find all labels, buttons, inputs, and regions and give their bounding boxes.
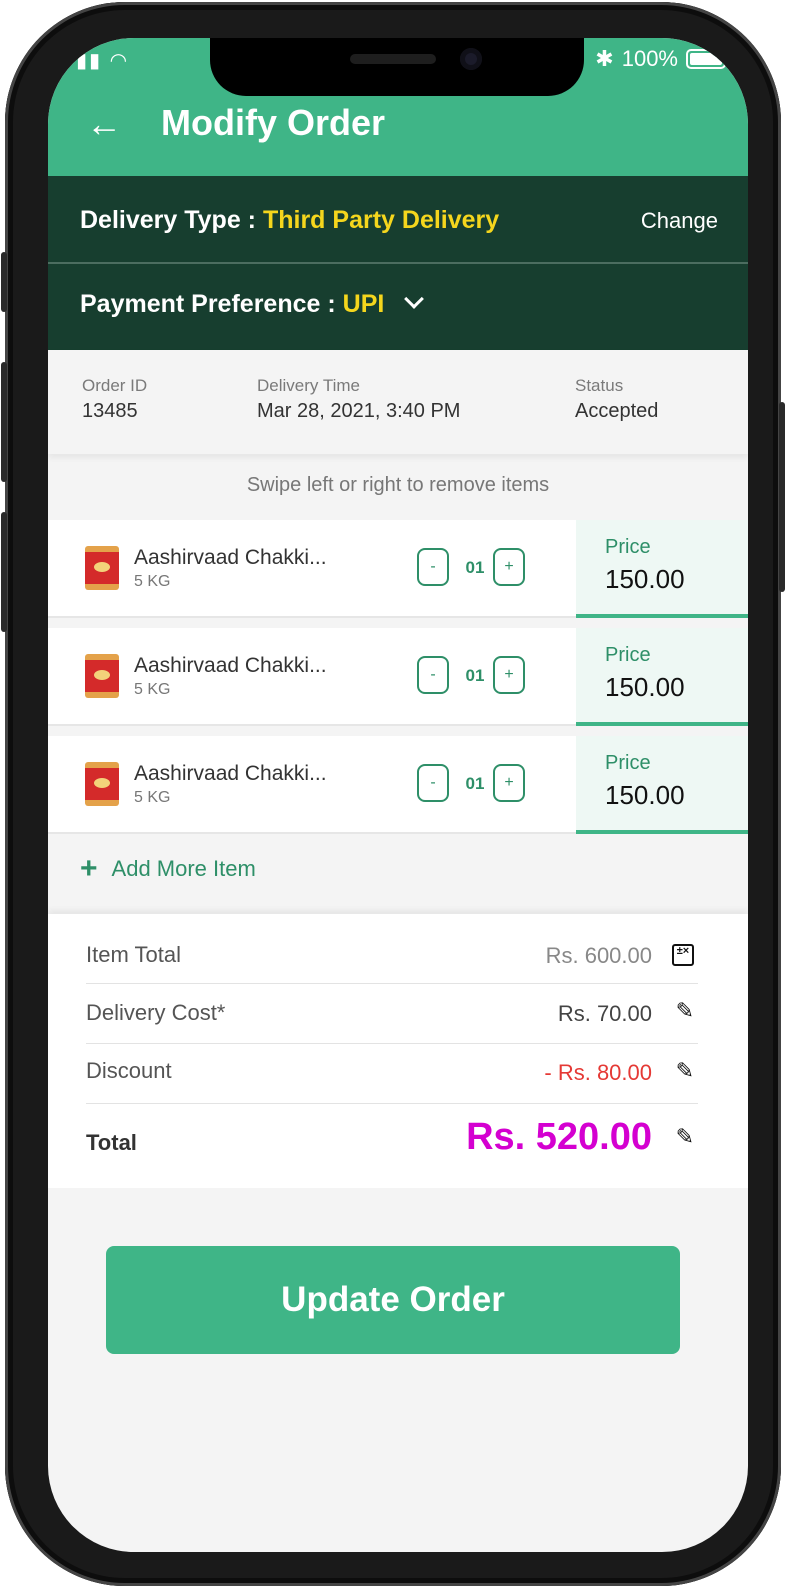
product-name: Aashirvaad Chakki...	[134, 762, 327, 785]
delivery-cost-value: Rs. 70.00	[557, 1001, 652, 1026]
speaker	[350, 54, 436, 64]
product-size: 5 KG	[134, 573, 171, 590]
decrease-quantity-button[interactable]: -	[417, 764, 449, 802]
item-total-value: Rs. 600.00	[545, 943, 652, 968]
price-field[interactable]: Price 150.00	[576, 628, 748, 726]
status-value: Accepted	[575, 400, 659, 422]
decrease-quantity-button[interactable]: -	[417, 548, 449, 586]
product-image	[85, 762, 119, 806]
price-label: Price	[605, 644, 651, 666]
edit-total-icon[interactable]: ✎	[676, 1124, 694, 1150]
edit-delivery-cost-icon[interactable]: ✎	[676, 998, 694, 1024]
product-image	[85, 546, 119, 590]
price-field[interactable]: Price 150.00	[576, 520, 748, 618]
volume-down-button	[1, 512, 7, 632]
delivery-time: Delivery Time Mar 28, 2021, 3:40 PM	[257, 376, 460, 423]
total-label: Total	[86, 1130, 137, 1155]
volume-up-button	[1, 362, 7, 482]
calculator-icon[interactable]: ±×	[672, 944, 694, 966]
edit-discount-icon[interactable]: ✎	[676, 1058, 694, 1084]
payment-preference-value: UPI	[342, 290, 385, 318]
plus-icon: +	[80, 852, 98, 885]
quantity-value: 01	[465, 558, 485, 577]
mute-switch	[1, 252, 7, 312]
front-camera	[460, 48, 482, 70]
bill-summary: Item Total Rs. 600.00 ±× Delivery Cost* …	[48, 914, 748, 1188]
battery-icon	[686, 49, 726, 69]
add-more-item-label: Add More Item	[111, 856, 256, 881]
price-label: Price	[605, 536, 651, 558]
discount-label: Discount	[86, 1058, 172, 1083]
bluetooth-icon: ✱	[595, 46, 614, 71]
increase-quantity-button[interactable]: +	[493, 656, 525, 694]
delivery-type-label: Delivery Type :	[80, 206, 257, 234]
battery-percentage: 100%	[621, 46, 678, 71]
status-right: ✱ 100%	[595, 46, 726, 72]
delivery-type-value: Third Party Delivery	[262, 206, 500, 234]
discount-row: Discount - Rs. 80.00 ✎	[86, 1044, 698, 1104]
product-name: Aashirvaad Chakki...	[134, 654, 327, 677]
payment-preference-row[interactable]: Payment Preference : UPI	[48, 264, 748, 350]
price-value: 150.00	[605, 780, 685, 810]
price-field[interactable]: Price 150.00	[576, 736, 748, 834]
order-id: Order ID 13485	[82, 376, 147, 423]
status-label: Status	[575, 376, 624, 395]
order-item[interactable]: Aashirvaad Chakki... 5 KG - 01 + Price 1…	[48, 628, 748, 726]
quantity-value: 01	[465, 666, 485, 685]
phone-frame: ← Modify Order ▮▮ ◠ ✱ 100% Delivery Type…	[1, 2, 785, 1586]
notch	[210, 38, 584, 96]
product-size: 5 KG	[134, 681, 171, 698]
back-arrow-icon[interactable]: ←	[86, 104, 122, 144]
total-value: Rs. 520.00	[466, 1116, 652, 1158]
delivery-cost-label: Delivery Cost*	[86, 1000, 226, 1025]
delivery-type-row: Delivery Type : Third Party Delivery Cha…	[48, 176, 748, 264]
delivery-time-label: Delivery Time	[257, 376, 360, 395]
page-title: Modify Order	[161, 102, 386, 143]
item-total-row: Item Total Rs. 600.00 ±×	[86, 914, 698, 984]
increase-quantity-button[interactable]: +	[493, 764, 525, 802]
product-size: 5 KG	[134, 789, 171, 806]
total-row: Total Rs. 520.00 ✎	[86, 1104, 698, 1184]
price-value: 150.00	[605, 564, 685, 594]
order-info-panel: Order ID 13485 Delivery Time Mar 28, 202…	[48, 350, 748, 454]
order-status: Status Accepted	[575, 376, 658, 423]
status-left: ▮▮ ◠	[76, 48, 129, 73]
signal-icon: ▮▮	[76, 50, 103, 72]
wifi-icon: ◠	[109, 50, 130, 72]
add-more-item-button[interactable]: + Add More Item	[80, 852, 256, 885]
decrease-quantity-button[interactable]: -	[417, 656, 449, 694]
discount-value: - Rs. 80.00	[544, 1060, 652, 1085]
item-total-label: Item Total	[86, 942, 181, 967]
payment-preference: Payment Preference : UPI	[80, 289, 425, 319]
order-item[interactable]: Aashirvaad Chakki... 5 KG - 01 + Price 1…	[48, 736, 748, 834]
update-order-button[interactable]: Update Order	[106, 1246, 680, 1354]
chevron-down-icon[interactable]	[404, 289, 425, 309]
app-screen: ← Modify Order ▮▮ ◠ ✱ 100% Delivery Type…	[48, 38, 748, 1552]
order-id-value: 13485	[82, 400, 138, 422]
order-id-label: Order ID	[82, 376, 148, 395]
price-label: Price	[605, 752, 651, 774]
payment-preference-label: Payment Preference :	[80, 290, 336, 318]
change-delivery-button[interactable]: Change	[641, 208, 718, 234]
delivery-type: Delivery Type : Third Party Delivery	[80, 206, 499, 235]
power-button	[779, 402, 785, 592]
delivery-time-value: Mar 28, 2021, 3:40 PM	[257, 400, 461, 422]
product-name: Aashirvaad Chakki...	[134, 546, 327, 569]
product-image	[85, 654, 119, 698]
quantity-value: 01	[465, 774, 485, 793]
price-value: 150.00	[605, 672, 685, 702]
order-item[interactable]: Aashirvaad Chakki... 5 KG - 01 + Price 1…	[48, 520, 748, 618]
delivery-cost-row: Delivery Cost* Rs. 70.00 ✎	[86, 984, 698, 1044]
increase-quantity-button[interactable]: +	[493, 548, 525, 586]
swipe-hint: Swipe left or right to remove items	[246, 474, 550, 496]
